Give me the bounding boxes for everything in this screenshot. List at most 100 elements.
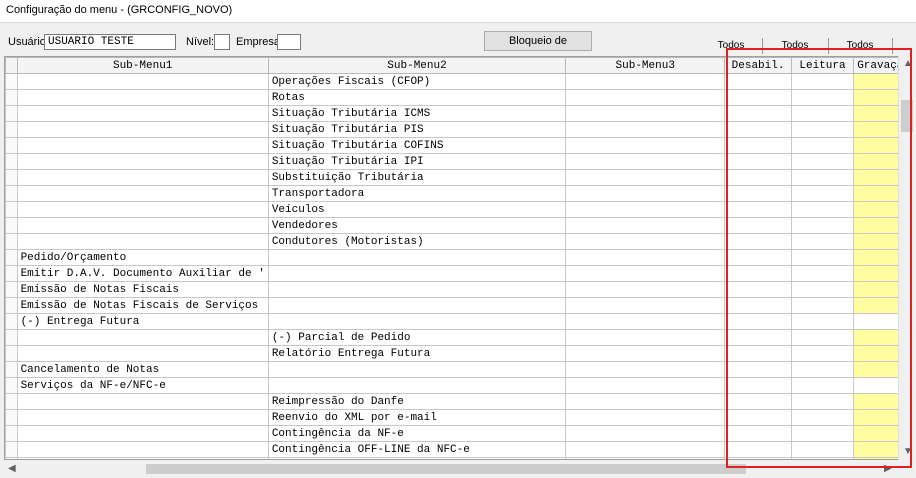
- table-row[interactable]: Rotas: [5, 89, 914, 106]
- cell-desabil[interactable]: [724, 89, 792, 106]
- cell-desabil[interactable]: [724, 249, 792, 266]
- table-row[interactable]: Emissão de Notas Fiscais: [5, 281, 914, 298]
- cell-leitura[interactable]: [790, 73, 855, 90]
- row-selector[interactable]: [5, 441, 18, 458]
- cell-leitura[interactable]: [790, 201, 855, 218]
- row-selector[interactable]: [5, 105, 18, 122]
- row-selector[interactable]: [5, 201, 18, 218]
- cell-leitura[interactable]: [790, 425, 855, 442]
- row-selector[interactable]: [5, 425, 18, 442]
- cell-desabil[interactable]: [724, 329, 792, 346]
- cell-desabil[interactable]: [724, 121, 792, 138]
- table-row[interactable]: Situação Tributária PIS: [5, 121, 914, 138]
- table-row[interactable]: Reenvio do XML por e-mail: [5, 409, 914, 426]
- cell-leitura[interactable]: [790, 441, 855, 458]
- row-selector[interactable]: [5, 137, 18, 154]
- scroll-up-icon[interactable]: ▲: [903, 58, 913, 69]
- table-row[interactable]: Emissão de Notas Fiscais de Serviços: [5, 297, 914, 314]
- col-header-submenu2[interactable]: Sub-Menu2: [267, 57, 567, 74]
- cell-desabil[interactable]: [724, 73, 792, 90]
- cell-leitura[interactable]: [790, 249, 855, 266]
- row-selector[interactable]: [5, 409, 18, 426]
- row-selector[interactable]: [5, 73, 18, 90]
- cell-desabil[interactable]: [724, 185, 792, 202]
- cell-leitura[interactable]: [790, 377, 855, 394]
- row-selector[interactable]: [5, 169, 18, 186]
- row-selector[interactable]: [5, 345, 18, 362]
- cell-desabil[interactable]: [724, 425, 792, 442]
- cell-desabil[interactable]: [724, 345, 792, 362]
- table-row[interactable]: Cancelamento de Notas: [5, 361, 914, 378]
- cell-leitura[interactable]: [790, 217, 855, 234]
- row-selector[interactable]: [5, 329, 18, 346]
- cell-desabil[interactable]: [724, 377, 792, 394]
- todos-leitura-button[interactable]: Todos: [762, 38, 829, 54]
- cell-desabil[interactable]: [724, 201, 792, 218]
- scroll-left-icon[interactable]: ◀: [8, 463, 16, 474]
- todos-desabil-button[interactable]: Todos: [700, 38, 763, 54]
- table-row[interactable]: Condutores (Motoristas): [5, 233, 914, 250]
- cell-desabil[interactable]: [724, 281, 792, 298]
- cell-desabil[interactable]: [724, 233, 792, 250]
- vertical-scrollbar[interactable]: ▲ ▼: [898, 56, 915, 460]
- cell-leitura[interactable]: [790, 185, 855, 202]
- cell-desabil[interactable]: [724, 313, 792, 330]
- horizontal-scrollbar[interactable]: ◀ ▶: [4, 460, 915, 477]
- row-selector[interactable]: [5, 361, 18, 378]
- col-header-submenu3[interactable]: Sub-Menu3: [565, 57, 726, 74]
- menu-config-grid[interactable]: Sub-Menu1 Sub-Menu2 Sub-Menu3 Desabil. L…: [4, 56, 915, 460]
- cell-leitura[interactable]: [790, 393, 855, 410]
- cell-desabil[interactable]: [724, 137, 792, 154]
- table-row[interactable]: Transportadora: [5, 185, 914, 202]
- table-row[interactable]: Operações Fiscais (CFOP): [5, 73, 914, 90]
- cell-leitura[interactable]: [790, 105, 855, 122]
- table-row[interactable]: Contingência da NF-e: [5, 425, 914, 442]
- cell-desabil[interactable]: [724, 409, 792, 426]
- row-selector[interactable]: [5, 121, 18, 138]
- cell-leitura[interactable]: [790, 281, 855, 298]
- cell-leitura[interactable]: [790, 329, 855, 346]
- row-selector[interactable]: [5, 265, 18, 282]
- row-selector[interactable]: [5, 89, 18, 106]
- row-selector[interactable]: [5, 233, 18, 250]
- col-header-submenu1[interactable]: Sub-Menu1: [16, 57, 269, 74]
- vertical-scroll-thumb[interactable]: [901, 100, 913, 132]
- company-field[interactable]: [277, 34, 301, 50]
- table-row[interactable]: (-) Entrega Futura: [5, 313, 914, 330]
- cell-desabil[interactable]: [724, 265, 792, 282]
- row-selector[interactable]: [5, 393, 18, 410]
- scroll-right-icon[interactable]: ▶: [884, 463, 892, 474]
- table-row[interactable]: Reimpressão do Danfe: [5, 393, 914, 410]
- cell-leitura[interactable]: [790, 89, 855, 106]
- row-selector[interactable]: [5, 377, 18, 394]
- table-row[interactable]: Situação Tributária IPI: [5, 153, 914, 170]
- table-row[interactable]: Substituição Tributária: [5, 169, 914, 186]
- col-header-desabil[interactable]: Desabil.: [724, 57, 792, 74]
- cell-leitura[interactable]: [790, 265, 855, 282]
- cell-desabil[interactable]: [724, 441, 792, 458]
- scroll-down-icon[interactable]: ▼: [903, 446, 913, 457]
- todos-gravacao-button[interactable]: Todos: [828, 38, 893, 54]
- company-block-button[interactable]: Bloqueio de empresas: [484, 31, 592, 65]
- cell-leitura[interactable]: [790, 153, 855, 170]
- table-row[interactable]: Emitir D.A.V. Documento Auxiliar de ': [5, 265, 914, 282]
- table-row[interactable]: (-) Parcial de Pedido: [5, 329, 914, 346]
- cell-desabil[interactable]: [724, 297, 792, 314]
- table-row[interactable]: Vendedores: [5, 217, 914, 234]
- table-row[interactable]: Situação Tributária ICMS: [5, 105, 914, 122]
- cell-desabil[interactable]: [724, 153, 792, 170]
- cell-leitura[interactable]: [790, 233, 855, 250]
- row-selector[interactable]: [5, 249, 18, 266]
- cell-leitura[interactable]: [790, 409, 855, 426]
- row-selector[interactable]: [5, 217, 18, 234]
- user-field[interactable]: USUARIO TESTE: [44, 34, 176, 50]
- horizontal-scroll-thumb[interactable]: [146, 464, 746, 474]
- row-selector[interactable]: [5, 313, 18, 330]
- cell-leitura[interactable]: [790, 345, 855, 362]
- table-row[interactable]: Relatório Entrega Futura: [5, 345, 914, 362]
- table-row[interactable]: Contingência OFF-LINE da NFC-e: [5, 441, 914, 458]
- cell-leitura[interactable]: [790, 169, 855, 186]
- cell-desabil[interactable]: [724, 361, 792, 378]
- cell-desabil[interactable]: [724, 169, 792, 186]
- cell-leitura[interactable]: [790, 313, 855, 330]
